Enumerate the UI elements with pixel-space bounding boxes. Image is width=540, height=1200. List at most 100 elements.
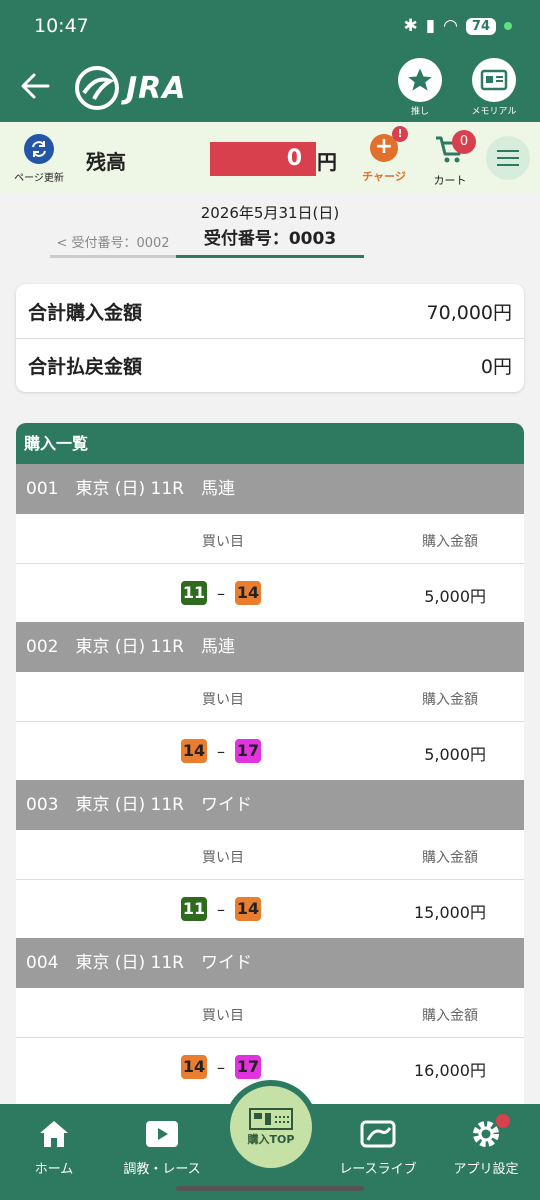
dash: –: [217, 1057, 225, 1077]
bet-amount: 5,000円: [424, 745, 486, 764]
play-video-icon: [112, 1116, 212, 1152]
bet-numbers: 14 – 17: [181, 739, 261, 763]
dash: –: [217, 899, 225, 919]
signal-icon: ▮: [425, 16, 436, 36]
settings-badge: [496, 1114, 510, 1128]
charge-button[interactable]: +! チャージ: [358, 126, 410, 184]
receipt-navigation: 2026年5月31日(日) < 受付番号：0002 受付番号：0003: [0, 194, 540, 274]
dash: –: [217, 741, 225, 761]
balance-bar: ページ更新 残高 0 円 +! チャージ 0 カート: [0, 122, 540, 194]
memorial-button[interactable]: メモリアル: [464, 58, 524, 117]
horse-number: 14: [181, 1055, 207, 1079]
bet-column-headers: 買い目 購入金額: [16, 672, 524, 722]
bet-amount: 5,000円: [424, 587, 486, 606]
memorial-label: メモリアル: [471, 107, 517, 117]
star-icon: [398, 58, 442, 102]
privacy-dot: [504, 22, 512, 30]
total-purchase-row: 合計購入金額 70,000円: [16, 284, 524, 338]
horse-number: 11: [181, 897, 207, 921]
purchase-top-button[interactable]: 購入TOP: [224, 1080, 318, 1174]
col-amount: 購入金額: [422, 534, 478, 550]
nav-race-live[interactable]: レースライブ: [328, 1116, 428, 1177]
dash: –: [217, 583, 225, 603]
cart-button[interactable]: 0 カート: [424, 130, 476, 188]
receipt-date: 2026年5月31日(日): [200, 204, 340, 222]
ticket-icon: [249, 1108, 293, 1130]
bet-block: 003 東京 (日) 11R ワイド 買い目 購入金額 11 – 14 15,0…: [16, 780, 524, 938]
bet-numbers: 11 – 14: [181, 581, 261, 605]
bet-block: 004 東京 (日) 11R ワイド 買い目 購入金額 14 – 17 16,0…: [16, 938, 524, 1096]
balance-unit: 円: [317, 150, 337, 174]
bet-row: 14 – 17 5,000円: [16, 722, 524, 780]
col-amount: 購入金額: [422, 692, 478, 708]
horse-number: 17: [235, 1055, 261, 1079]
app-header: JRA 推し メモリアル: [0, 52, 540, 122]
bet-header: 002 東京 (日) 11R 馬連: [16, 622, 524, 672]
race-live-icon: [328, 1116, 428, 1152]
cart-count-badge: 0: [452, 130, 476, 154]
col-amount: 購入金額: [422, 1008, 478, 1024]
wifi-icon: ◠: [443, 16, 458, 36]
charge-label: チャージ: [362, 170, 406, 183]
balance-value: 0: [210, 142, 316, 176]
bluetooth-icon: ✱: [403, 16, 418, 36]
horse-number: 17: [235, 739, 261, 763]
jra-logo: JRA: [74, 65, 186, 111]
purchase-top-label: 購入TOP: [247, 1133, 295, 1146]
bet-header: 004 東京 (日) 11R ワイド: [16, 938, 524, 988]
col-bet: 買い目: [202, 534, 244, 550]
nav-app-settings[interactable]: アプリ設定: [436, 1114, 536, 1177]
fav-label: 推し: [410, 107, 429, 117]
bet-block: 002 東京 (日) 11R 馬連 買い目 購入金額 14 – 17 5,000…: [16, 622, 524, 780]
totals-card: 合計購入金額 70,000円 合計払戻金額 0円: [16, 284, 524, 392]
cart-label: カート: [433, 174, 467, 187]
purchase-list: 購入一覧 001 東京 (日) 11R 馬連 買い目 購入金額 11 – 14 …: [16, 423, 524, 1143]
horse-number: 11: [181, 581, 207, 605]
page-refresh-button[interactable]: ページ更新: [8, 134, 70, 184]
horse-number: 14: [235, 581, 261, 605]
total-refund-row: 合計払戻金額 0円: [16, 338, 524, 392]
refresh-label: ページ更新: [14, 173, 64, 184]
col-bet: 買い目: [202, 692, 244, 708]
nav-settings-label: アプリ設定: [453, 1162, 519, 1177]
home-indicator: [176, 1186, 364, 1191]
charge-plus-icon: +!: [370, 126, 408, 162]
total-purchase-label: 合計購入金額: [28, 301, 143, 324]
total-refund-value: 0円: [480, 356, 512, 378]
status-bar: 10:47 ✱ ▮ ◠ 74: [0, 0, 540, 52]
nav-training-race[interactable]: 調教・レース: [112, 1116, 212, 1177]
col-bet: 買い目: [202, 1008, 244, 1024]
status-time: 10:47: [34, 15, 89, 37]
nav-live-label: レースライブ: [339, 1162, 417, 1177]
current-receipt-number: 受付番号：0003: [176, 224, 364, 258]
home-icon: [4, 1116, 104, 1152]
bet-row: 11 – 14 5,000円: [16, 564, 524, 622]
bet-header: 001 東京 (日) 11R 馬連: [16, 464, 524, 514]
jra-emblem-icon: [75, 66, 119, 110]
col-amount: 購入金額: [422, 850, 478, 866]
nav-training-label: 調教・レース: [123, 1162, 201, 1177]
fav-button[interactable]: 推し: [390, 58, 450, 117]
bet-row: 11 – 14 15,000円: [16, 880, 524, 938]
bet-numbers: 11 – 14: [181, 897, 261, 921]
bet-amount: 15,000円: [414, 903, 486, 922]
purchase-list-title: 購入一覧: [16, 423, 524, 464]
horse-number: 14: [235, 897, 261, 921]
bet-column-headers: 買い目 購入金額: [16, 514, 524, 564]
back-arrow-icon[interactable]: [18, 68, 54, 104]
prev-receipt-link[interactable]: < 受付番号：0002: [50, 232, 176, 258]
gear-icon: [436, 1116, 536, 1152]
balance-label: 残高: [86, 150, 126, 174]
bet-header: 003 東京 (日) 11R ワイド: [16, 780, 524, 830]
battery-indicator: 74: [465, 17, 496, 35]
bet-column-headers: 買い目 購入金額: [16, 988, 524, 1038]
status-icons: ✱ ▮ ◠ 74: [403, 16, 512, 36]
nav-home[interactable]: ホーム: [4, 1116, 104, 1177]
bet-numbers: 14 – 17: [181, 1055, 261, 1079]
charge-alert-badge: !: [392, 126, 408, 142]
bet-column-headers: 買い目 購入金額: [16, 830, 524, 880]
nav-home-label: ホーム: [34, 1162, 74, 1177]
col-bet: 買い目: [202, 850, 244, 866]
hamburger-menu-icon[interactable]: [486, 136, 530, 180]
horse-number: 14: [181, 739, 207, 763]
